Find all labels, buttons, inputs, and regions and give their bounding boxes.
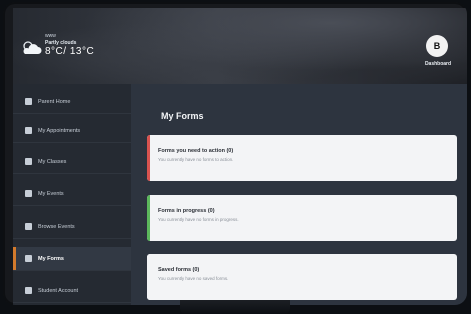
event-icon: [25, 190, 32, 197]
account-icon: [25, 287, 32, 294]
card-subtitle: You currently have no forms to action.: [158, 157, 234, 162]
sidebar-item-my-events[interactable]: My Events: [13, 182, 131, 206]
card-title: Forms you need to action (0): [158, 148, 234, 154]
card-title: Forms in progress (0): [158, 208, 215, 214]
sidebar-item-label: My Classes: [38, 158, 67, 165]
card-subtitle: You currently have no forms in progress.: [158, 217, 239, 222]
sidebar-item-label: Parent Home: [38, 98, 71, 105]
sidebar: Parent Home My Appointments My Classes M…: [13, 84, 131, 305]
class-icon: [25, 158, 32, 165]
sidebar-item-student-account[interactable]: Student Account: [13, 279, 131, 303]
weather-temperature: 8°C/ 13°C: [45, 46, 95, 57]
home-icon: [25, 98, 32, 105]
saved-forms-card[interactable]: Saved forms (0) You currently have no sa…: [147, 254, 457, 300]
header-banner: www Partly clouds 8°C/ 13°C B Dashboard: [13, 8, 467, 84]
card-subtitle: You currently have no saved forms.: [158, 276, 229, 281]
sidebar-item-label: My Appointments: [38, 127, 81, 134]
dashboard-link[interactable]: Dashboard: [418, 61, 458, 67]
weather-widget: www Partly clouds 8°C/ 13°C: [17, 26, 107, 72]
avatar[interactable]: B: [426, 35, 448, 57]
page-title: My Forms: [161, 111, 204, 121]
status-accent-bar: [147, 195, 150, 241]
sidebar-item-my-classes[interactable]: My Classes: [13, 150, 131, 174]
forms-to-action-card[interactable]: Forms you need to action (0) You current…: [147, 135, 457, 181]
sidebar-item-label: My Events: [38, 190, 64, 197]
monitor-stand: [180, 300, 290, 314]
forms-in-progress-card[interactable]: Forms in progress (0) You currently have…: [147, 195, 457, 241]
sidebar-item-my-forms[interactable]: My Forms: [13, 247, 131, 271]
sidebar-item-label: Student Account: [38, 287, 79, 294]
sidebar-item-parent-home[interactable]: Parent Home: [13, 90, 131, 114]
sidebar-item-label: My Forms: [38, 255, 64, 262]
sidebar-item-browse-events[interactable]: Browse Events: [13, 215, 131, 239]
status-accent-bar: [147, 135, 150, 181]
sidebar-item-label: Browse Events: [38, 223, 75, 230]
card-title: Saved forms (0): [158, 267, 200, 273]
forms-icon: [25, 255, 32, 262]
weather-caption: www: [45, 33, 56, 39]
cloud-sun-icon: [21, 40, 43, 61]
status-accent-bar: [147, 254, 150, 300]
browse-icon: [25, 223, 32, 230]
calendar-icon: [25, 127, 32, 134]
device-screen: www Partly clouds 8°C/ 13°C B Dashboard …: [3, 2, 467, 305]
sidebar-item-my-appointments[interactable]: My Appointments: [13, 119, 131, 143]
main-content: My Forms Forms you need to action (0) Yo…: [131, 84, 467, 305]
